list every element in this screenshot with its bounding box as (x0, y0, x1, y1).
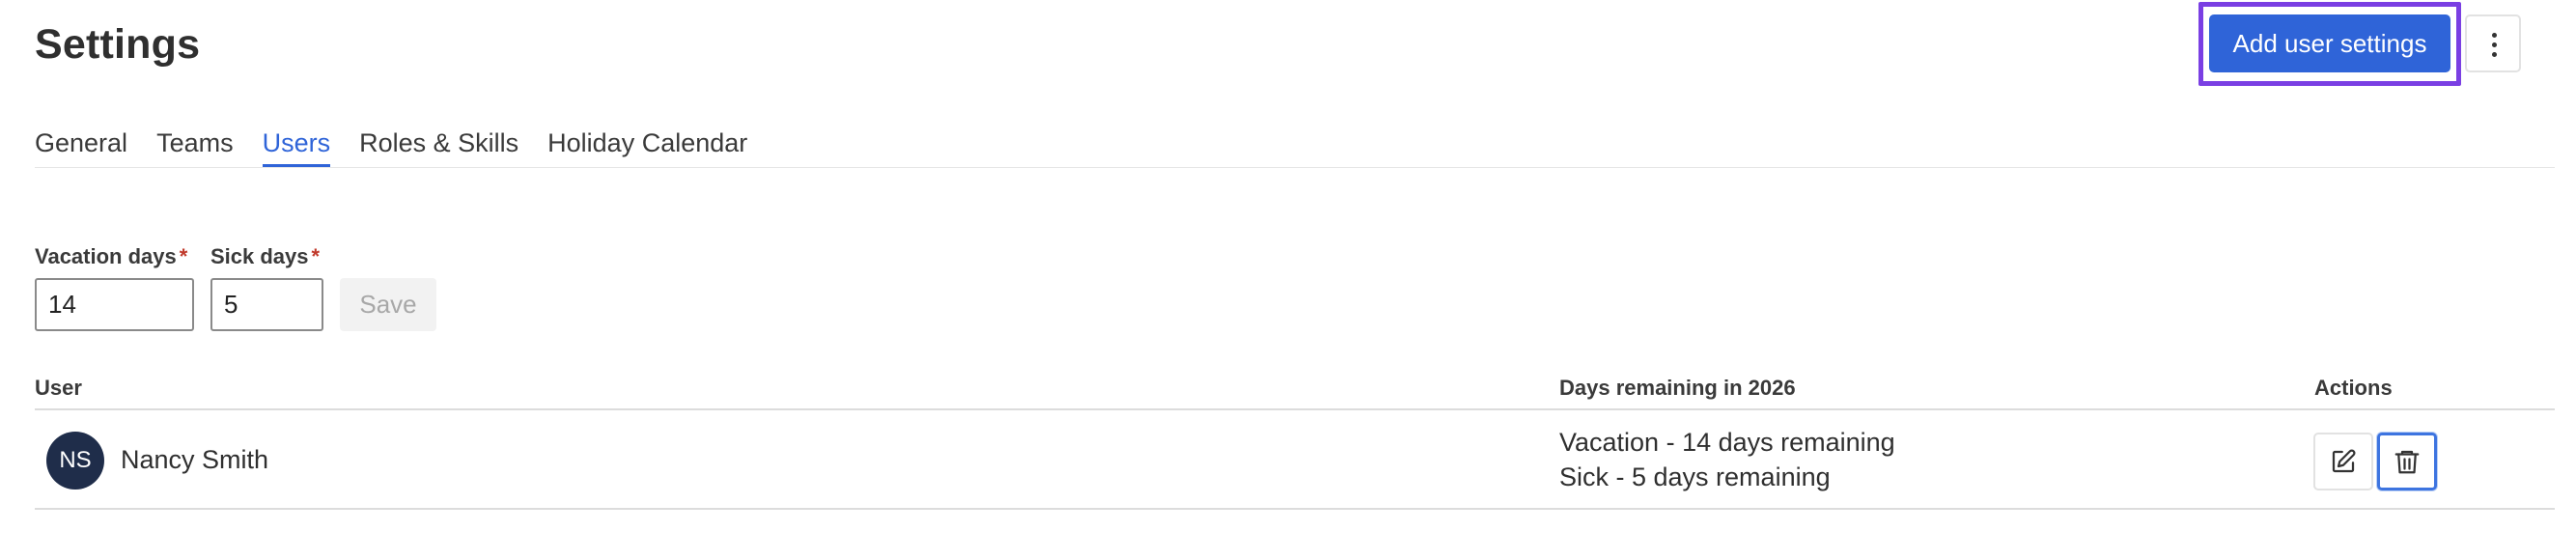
edit-icon (2332, 449, 2356, 473)
save-button[interactable]: Save (340, 278, 436, 331)
sick-days-label: Sick days * (210, 244, 321, 268)
tab-holiday-calendar[interactable]: Holiday Calendar (547, 124, 747, 168)
vacation-days-label: Vacation days * (35, 244, 188, 268)
tab-users[interactable]: Users (262, 124, 330, 168)
table-header-divider (35, 408, 2555, 410)
settings-tabs: General Teams Users Roles & Skills Holid… (35, 124, 747, 168)
edit-button[interactable] (2313, 433, 2373, 490)
page-title: Settings (35, 21, 201, 68)
tabs-divider (35, 167, 2555, 168)
required-marker: * (311, 244, 321, 268)
trash-icon (2394, 450, 2420, 474)
avatar: NS (46, 432, 104, 490)
required-marker: * (179, 244, 188, 268)
add-user-settings-button[interactable]: Add user settings (2209, 14, 2450, 72)
user-name: Nancy Smith (121, 445, 269, 474)
column-header-days-remaining: Days remaining in 2026 (1559, 376, 1796, 400)
settings-page: Settings Add user settings General Teams… (0, 0, 2576, 560)
sick-days-input[interactable] (210, 278, 323, 331)
column-header-user: User (35, 376, 82, 400)
tab-general[interactable]: General (35, 124, 127, 168)
delete-button[interactable] (2377, 433, 2437, 490)
column-header-actions: Actions (2314, 376, 2393, 400)
vacation-days-input[interactable] (35, 278, 194, 331)
tab-roles-skills[interactable]: Roles & Skills (359, 124, 518, 168)
vacation-remaining: Vacation - 14 days remaining (1559, 428, 1895, 457)
sick-remaining: Sick - 5 days remaining (1559, 462, 1831, 491)
more-options-button[interactable] (2465, 14, 2521, 72)
tab-teams[interactable]: Teams (156, 124, 234, 168)
table-row-divider (35, 508, 2555, 510)
